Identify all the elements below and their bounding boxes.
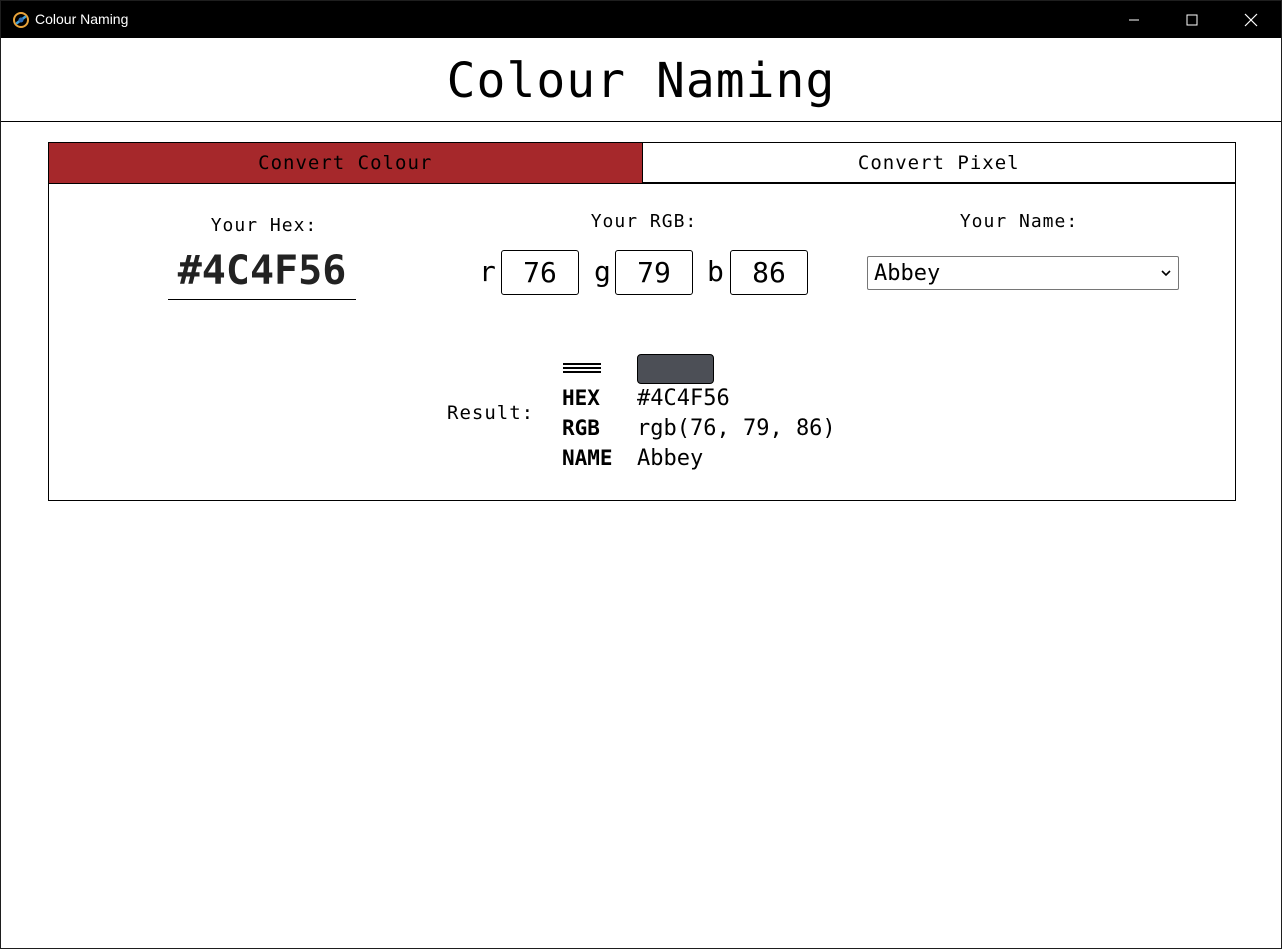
- result-name-key: NAME: [562, 446, 613, 470]
- colour-swatch: [637, 354, 714, 384]
- header-divider: [1, 121, 1281, 122]
- colour-name-selected: Abbey: [874, 260, 941, 286]
- result-rgb-key: RGB: [562, 416, 600, 440]
- blue-input[interactable]: [730, 250, 808, 295]
- minimize-button[interactable]: [1105, 1, 1163, 38]
- close-button[interactable]: [1222, 1, 1280, 38]
- minimize-icon: [1129, 19, 1139, 20]
- hex-label: Your Hex:: [210, 215, 318, 236]
- tab-convert-pixel[interactable]: Convert Pixel: [642, 143, 1235, 183]
- blue-channel-label: b: [707, 255, 724, 288]
- red-channel-label: r: [479, 255, 496, 288]
- result-label: Result:: [447, 402, 535, 424]
- result-hex-key: HEX: [562, 386, 600, 410]
- window-title: Colour Naming: [35, 11, 129, 27]
- result-name-value: Abbey: [637, 446, 704, 471]
- app-logo-icon: [13, 12, 29, 28]
- green-input[interactable]: [615, 250, 693, 295]
- result-hex-value: #4C4F56: [637, 386, 730, 411]
- title-bar[interactable]: Colour Naming: [1, 1, 1281, 38]
- maximize-icon: [1186, 14, 1198, 25]
- green-channel-label: g: [594, 255, 611, 288]
- result-rgb-value: rgb(76, 79, 86): [637, 416, 836, 441]
- colour-name-select[interactable]: Abbey: [867, 256, 1179, 290]
- app-window: Colour Naming Colour Naming Convert Colo…: [0, 0, 1282, 949]
- tab-convert-colour[interactable]: Convert Colour: [49, 143, 643, 183]
- page-title: Colour Naming: [446, 53, 836, 109]
- name-label: Your Name:: [959, 211, 1079, 232]
- convert-colour-panel: Your Hex: Your RGB: r g b Your Name: Abb…: [48, 183, 1236, 501]
- tab-bar: Convert Colour Convert Pixel: [48, 142, 1236, 184]
- maximize-button[interactable]: [1163, 1, 1221, 38]
- close-icon: [1244, 13, 1258, 26]
- hex-input[interactable]: [168, 243, 356, 300]
- menu-icon: [563, 363, 601, 375]
- chevron-down-icon: [1161, 270, 1171, 277]
- red-input[interactable]: [501, 250, 579, 295]
- rgb-label: Your RGB:: [590, 211, 698, 232]
